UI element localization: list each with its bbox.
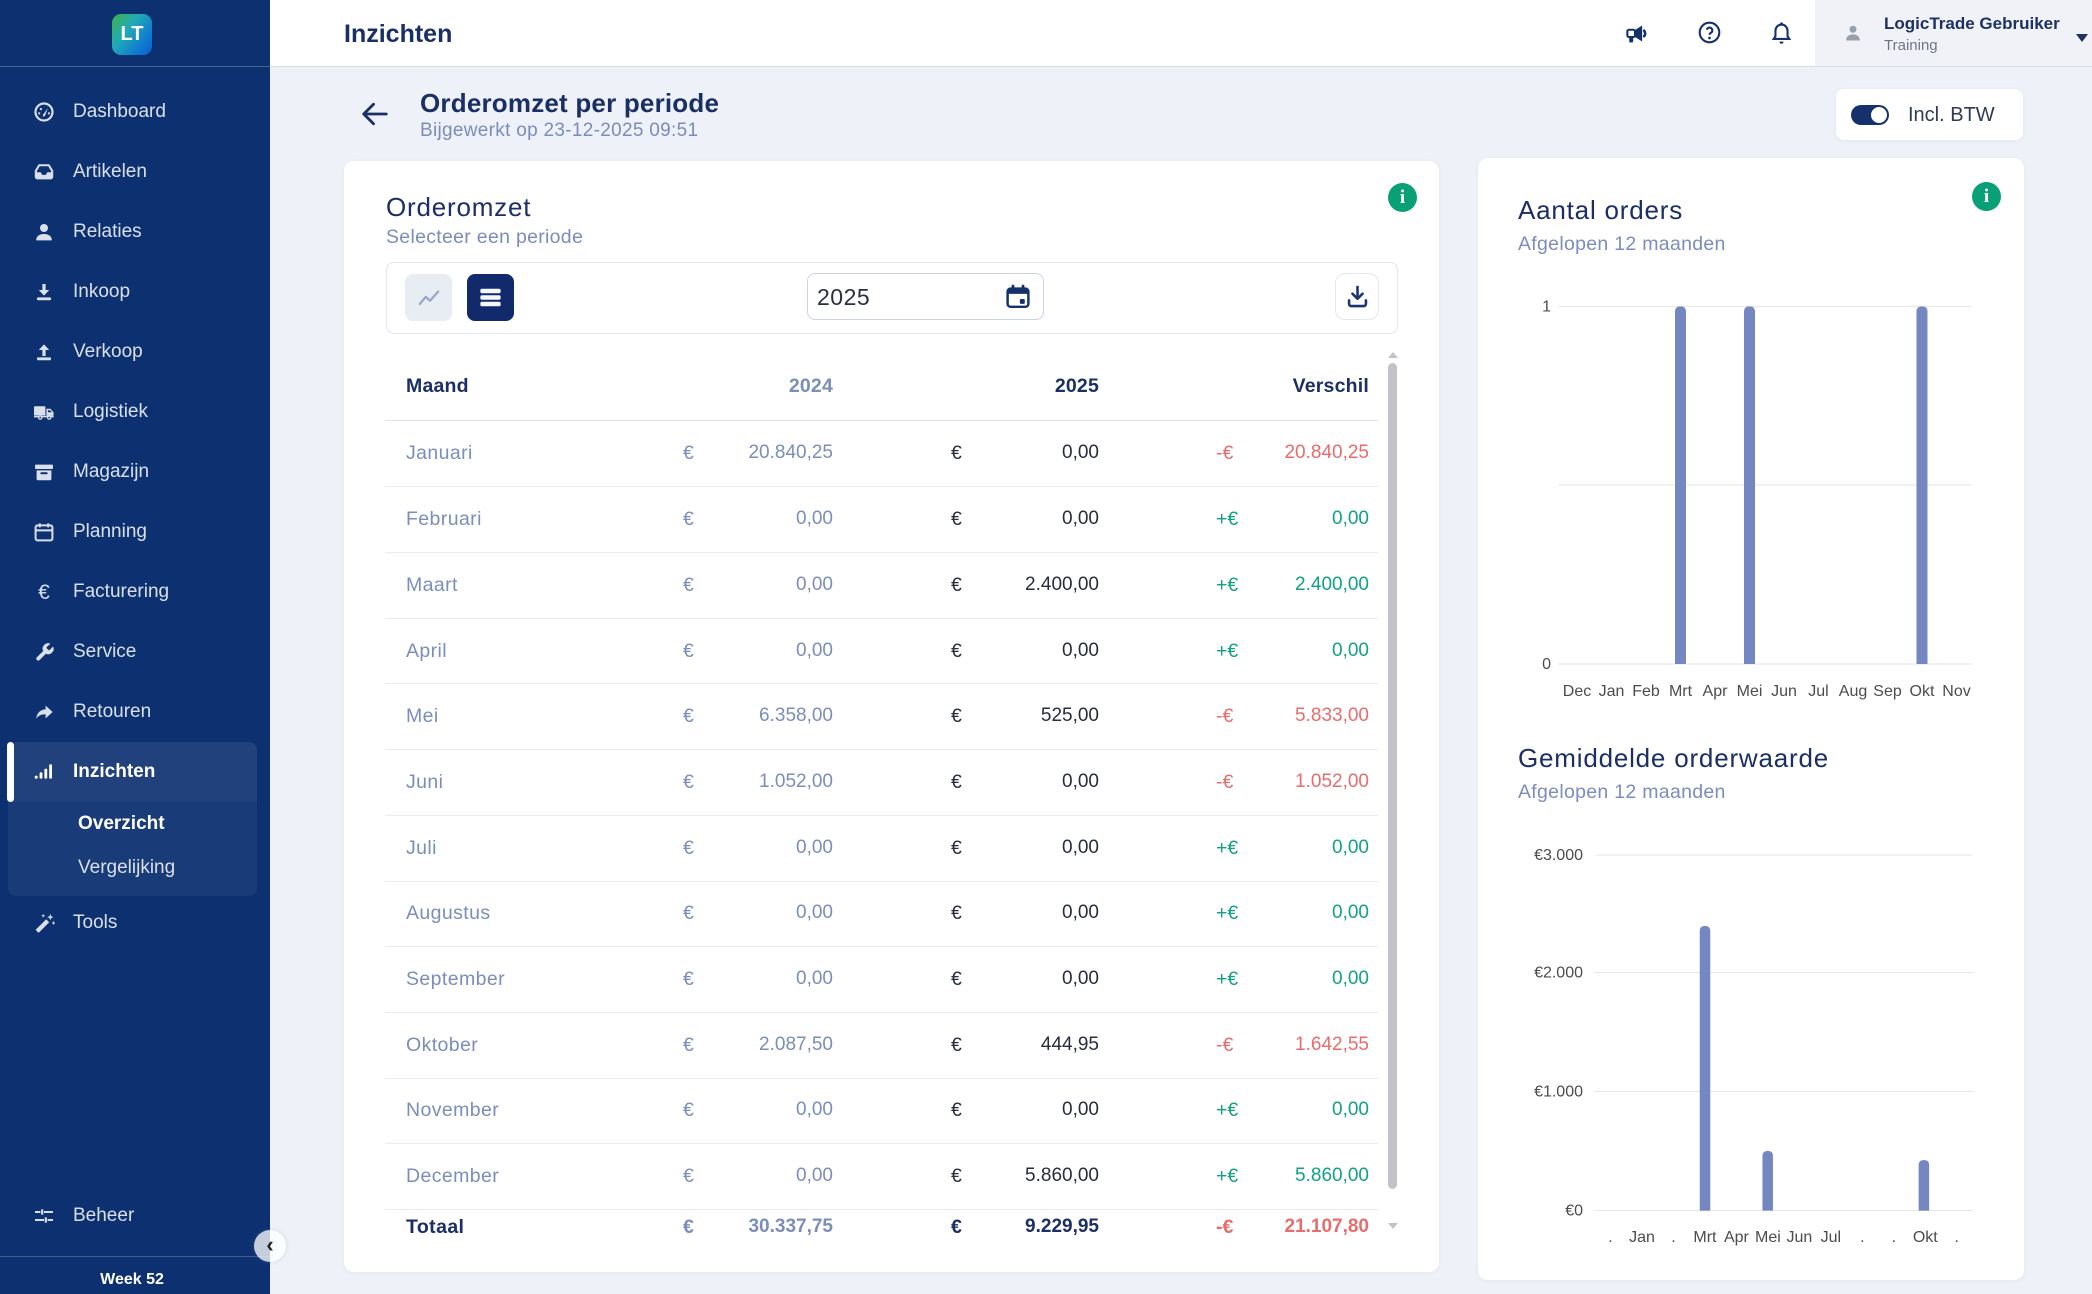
svg-text:Jan: Jan — [1599, 683, 1625, 700]
svg-text:1: 1 — [1542, 298, 1551, 315]
svg-text:Mrt: Mrt — [1669, 683, 1693, 700]
svg-text:.: . — [1671, 1229, 1675, 1246]
svg-text:€0: €0 — [1565, 1203, 1583, 1220]
svg-text:Jan: Jan — [1629, 1229, 1655, 1246]
svg-text:Jun: Jun — [1786, 1229, 1812, 1246]
svg-text:Mrt: Mrt — [1693, 1229, 1717, 1246]
svg-text:Mei: Mei — [1737, 683, 1763, 700]
svg-text:Apr: Apr — [1703, 683, 1729, 700]
svg-text:Okt: Okt — [1913, 1229, 1938, 1246]
svg-text:Aug: Aug — [1839, 683, 1867, 700]
svg-text:0: 0 — [1542, 656, 1551, 673]
svg-text:Feb: Feb — [1632, 683, 1660, 700]
svg-text:Jul: Jul — [1821, 1229, 1841, 1246]
svg-text:Dec: Dec — [1563, 683, 1591, 700]
svg-text:Jun: Jun — [1771, 683, 1797, 700]
svg-text:Nov: Nov — [1942, 683, 1970, 700]
svg-text:€1.000: €1.000 — [1534, 1084, 1583, 1101]
svg-text:.: . — [1955, 1229, 1959, 1246]
svg-text:Mei: Mei — [1755, 1229, 1781, 1246]
svg-text:Sep: Sep — [1873, 683, 1902, 700]
svg-text:Okt: Okt — [1910, 683, 1935, 700]
svg-text:.: . — [1860, 1229, 1864, 1246]
svg-text:.: . — [1892, 1229, 1896, 1246]
svg-text:.: . — [1608, 1229, 1612, 1246]
svg-text:€3.000: €3.000 — [1534, 847, 1583, 864]
svg-text:€2.000: €2.000 — [1534, 965, 1583, 982]
svg-text:Jul: Jul — [1808, 683, 1828, 700]
svg-text:€: € — [38, 581, 50, 603]
svg-text:Apr: Apr — [1724, 1229, 1750, 1246]
